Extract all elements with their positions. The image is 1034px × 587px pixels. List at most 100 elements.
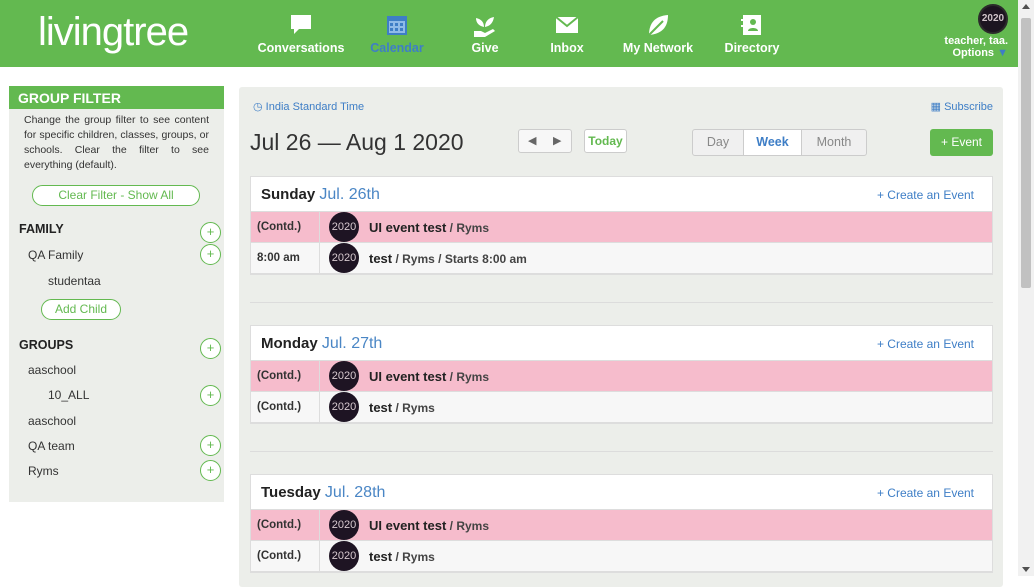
day-header: Monday Jul. 27th + Create an Event xyxy=(251,326,992,361)
scroll-down-arrow-icon[interactable] xyxy=(1022,567,1030,572)
day-date: Jul. 26th xyxy=(319,186,380,203)
event-detail: / Ryms xyxy=(392,550,435,564)
groups-add-icon[interactable]: + xyxy=(200,338,221,359)
nav-directory[interactable]: Directory xyxy=(692,0,812,67)
create-event-link[interactable]: + Create an Event xyxy=(877,188,974,202)
event-time: 8:00 am xyxy=(251,243,320,274)
nav-label: Directory xyxy=(724,41,780,55)
calendar-panel: ◷ India Standard Time ▦ Subscribe Jul 26… xyxy=(239,87,1003,587)
event-detail: / Ryms / Starts 8:00 am xyxy=(392,252,527,266)
event-avatar: 2020 xyxy=(329,541,359,571)
day-date: Jul. 27th xyxy=(321,335,383,352)
options-label: Options xyxy=(952,47,995,59)
event-time: (Contd.) xyxy=(251,361,320,392)
day-name: Tuesday xyxy=(261,484,321,501)
prev-week-button[interactable]: ◀ xyxy=(528,134,536,147)
day-block-sunday: Sunday Jul. 26th + Create an Event (Cont… xyxy=(250,176,993,275)
day-name: Sunday xyxy=(261,186,316,203)
scroll-thumb[interactable] xyxy=(1021,18,1031,288)
family-item-student[interactable]: studentaa xyxy=(48,274,101,288)
event-text: test / Ryms xyxy=(369,400,435,415)
livingtree-logo[interactable]: livingtree xyxy=(38,10,189,55)
envelope-icon xyxy=(555,16,579,33)
group-10-all-add-icon[interactable]: + xyxy=(200,385,221,406)
day-header: Sunday Jul. 26th + Create an Event xyxy=(251,177,992,212)
event-avatar: 2020 xyxy=(329,392,359,422)
create-event-link[interactable]: + Create an Event xyxy=(877,337,974,351)
top-nav-bar: livingtree Conversations Calendar Give I… xyxy=(0,0,1018,67)
group-item-aaschool[interactable]: aaschool xyxy=(28,363,76,377)
add-child-button[interactable]: Add Child xyxy=(41,299,121,320)
page-scrollbar[interactable] xyxy=(1018,0,1034,576)
event-time: (Contd.) xyxy=(251,392,320,423)
day-name: Monday xyxy=(261,335,318,352)
group-item-qa-team[interactable]: QA team xyxy=(28,439,75,453)
event-text: test / Ryms xyxy=(369,549,435,564)
ryms-add-icon[interactable]: + xyxy=(200,460,221,481)
groups-heading: GROUPS xyxy=(19,338,74,352)
add-event-button[interactable]: + Event xyxy=(930,129,993,156)
event-time: (Contd.) xyxy=(251,541,320,572)
event-detail: / Ryms xyxy=(446,519,489,533)
group-item-aaschool-2[interactable]: aaschool xyxy=(28,414,76,428)
user-menu[interactable]: 2020 teacher, taa. Options ▼ xyxy=(944,4,1008,59)
group-filter-description: Change the group filter to see content f… xyxy=(24,114,209,171)
event-avatar: 2020 xyxy=(329,361,359,391)
clock-icon: ◷ xyxy=(253,101,263,113)
day-header: Tuesday Jul. 28th + Create an Event xyxy=(251,475,992,510)
event-row[interactable]: (Contd.) 2020 test / Ryms xyxy=(251,392,992,423)
leaf-icon xyxy=(648,15,668,36)
event-avatar: 2020 xyxy=(329,243,359,273)
week-navigation: ◀ ▶ xyxy=(518,129,572,153)
subscribe-link[interactable]: ▦ Subscribe xyxy=(931,100,993,113)
event-title: UI event test xyxy=(369,369,447,384)
timezone-link[interactable]: ◷ India Standard Time xyxy=(253,100,364,113)
user-name: teacher, taa. xyxy=(944,35,1008,47)
event-row[interactable]: (Contd.) 2020 UI event test / Ryms xyxy=(251,510,992,541)
create-event-link[interactable]: + Create an Event xyxy=(877,486,974,500)
event-title: test xyxy=(369,549,393,564)
options-dropdown[interactable]: Options ▼ xyxy=(944,47,1008,59)
day-title: Sunday Jul. 26th xyxy=(261,186,380,204)
event-row[interactable]: (Contd.) 2020 UI event test / Ryms xyxy=(251,361,992,392)
event-avatar: 2020 xyxy=(329,212,359,242)
family-add-icon[interactable]: + xyxy=(200,222,221,243)
user-avatar[interactable]: 2020 xyxy=(978,4,1008,34)
event-title: test xyxy=(369,251,393,266)
event-text: UI event test / Ryms xyxy=(369,369,489,384)
clear-filter-button[interactable]: Clear Filter - Show All xyxy=(32,185,200,206)
event-row[interactable]: (Contd.) 2020 test / Ryms xyxy=(251,541,992,572)
month-view-tab[interactable]: Month xyxy=(802,130,866,155)
logo-text: livingtree xyxy=(38,10,189,54)
scroll-up-arrow-icon[interactable] xyxy=(1022,4,1030,9)
day-date: Jul. 28th xyxy=(324,484,386,501)
today-button[interactable]: Today xyxy=(584,129,627,153)
day-divider xyxy=(250,451,993,452)
event-title: UI event test xyxy=(369,518,447,533)
caret-down-icon: ▼ xyxy=(997,47,1008,59)
event-avatar: 2020 xyxy=(329,510,359,540)
family-heading: FAMILY xyxy=(19,222,64,236)
speech-bubble-icon xyxy=(291,15,311,34)
qa-family-add-icon[interactable]: + xyxy=(200,244,221,265)
timezone-label: India Standard Time xyxy=(265,101,365,113)
next-week-button[interactable]: ▶ xyxy=(553,134,561,147)
event-row[interactable]: 8:00 am 2020 test / Ryms / Starts 8:00 am xyxy=(251,243,992,274)
event-detail: / Ryms xyxy=(392,401,435,415)
calendar-icon xyxy=(387,16,407,35)
qa-team-add-icon[interactable]: + xyxy=(200,435,221,456)
day-title: Tuesday Jul. 28th xyxy=(261,484,385,502)
family-item-qa-family[interactable]: QA Family xyxy=(28,248,83,262)
day-view-tab[interactable]: Day xyxy=(693,130,743,155)
hand-plant-icon xyxy=(474,17,495,37)
subscribe-label: Subscribe xyxy=(944,101,993,113)
day-block-tuesday: Tuesday Jul. 28th + Create an Event (Con… xyxy=(250,474,993,573)
event-row[interactable]: (Contd.) 2020 UI event test / Ryms xyxy=(251,212,992,243)
week-view-tab[interactable]: Week xyxy=(743,130,802,155)
group-filter-title: GROUP FILTER xyxy=(9,86,224,109)
view-switcher: Day Week Month xyxy=(692,129,867,156)
group-item-10-all[interactable]: 10_ALL xyxy=(48,388,89,402)
day-divider xyxy=(250,302,993,303)
event-text: test / Ryms / Starts 8:00 am xyxy=(369,251,527,266)
group-item-ryms[interactable]: Ryms xyxy=(28,464,59,478)
